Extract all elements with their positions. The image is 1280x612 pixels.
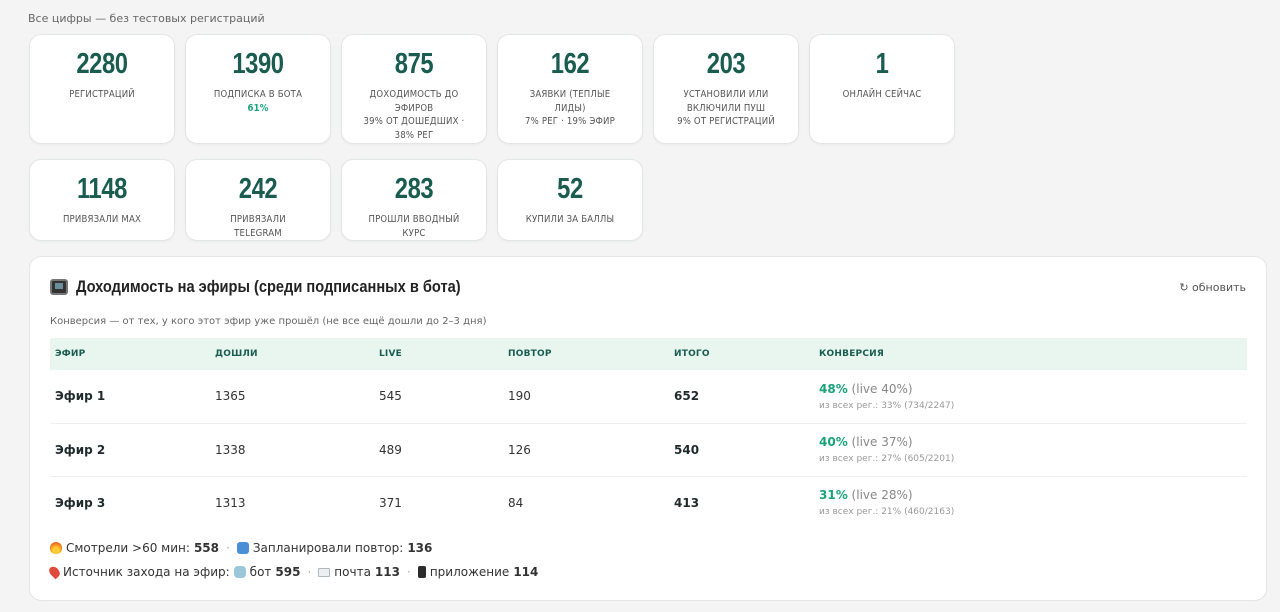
stat-card-leads: 162 Заявки (тёплые лиды) 7% рег · 19% эфи… <box>497 34 643 144</box>
mail-value: 113 <box>374 565 400 579</box>
panel-subnote: Конверсия — от тех, у кого этот эфир уже… <box>50 316 487 327</box>
cell-total: 413 <box>674 495 700 510</box>
col-header-arrived[interactable]: Дошли <box>210 338 374 370</box>
stat-card-push: 203 Установили или включили пуш 9% от рег… <box>653 34 799 144</box>
table-row: Эфир 1 1365 545 190 652 48% (live 40%) и… <box>50 370 1247 424</box>
phone-icon <box>417 566 426 578</box>
cell-live: 545 <box>374 370 503 424</box>
stat-label: Регистраций <box>69 89 135 100</box>
cell-live: 371 <box>379 495 402 510</box>
mail-icon <box>318 567 331 577</box>
cell-arrived: 1313 <box>215 495 246 510</box>
stat-accent: 61% <box>247 102 269 114</box>
stat-value: 1390 <box>232 48 284 80</box>
stat-label: Заявки (тёплые лиды) 7% рег · 19% эфир <box>525 89 615 127</box>
table-row: Эфир 3 1313 371 84 413 31% (live 28%) из… <box>50 476 1247 529</box>
top-note: Все цифры — без тестовых регистраций <box>28 12 265 25</box>
stat-value: 1148 <box>77 173 127 205</box>
robot-icon <box>233 566 246 578</box>
stat-card-telegram: 242 Привязали Telegram <box>185 159 331 241</box>
app-label: приложение <box>429 565 510 579</box>
cell-total: 540 <box>669 423 814 477</box>
attendance-table: Эфир Дошли Live Повтор Итого Конверсия Э… <box>50 338 1247 529</box>
cell-conversion: 48% (live 40%) из всех рег.: 33% (734/22… <box>814 370 1247 424</box>
col-header-total[interactable]: Итого <box>669 338 814 370</box>
stat-card-online: 1 Онлайн сейчас <box>809 34 955 144</box>
source-label: Источник захода на эфир: <box>63 565 230 579</box>
stat-label: Установили или включили пуш 9% от регистр… <box>677 89 775 127</box>
cell-repeat: 190 <box>503 370 669 424</box>
stat-label: Привязали MAX <box>62 214 142 225</box>
cell-arrived: 1338 <box>210 423 374 477</box>
cell-webinar: Эфир 1 <box>50 370 210 424</box>
stat-label: Прошли вводный курс <box>368 214 460 239</box>
app-value: 114 <box>513 565 539 579</box>
bot-label: бот <box>249 565 272 579</box>
stat-value: 283 <box>394 173 434 205</box>
bot-value: 595 <box>275 565 301 579</box>
stat-value: 162 <box>550 48 590 80</box>
cell-conversion: 31% (live 28%) из всех рег.: 21% (460/21… <box>819 488 955 518</box>
tv-icon <box>50 279 68 295</box>
stat-label: Подписка в бота 61% <box>213 89 303 114</box>
stat-label: Купили за баллы <box>525 214 615 225</box>
watched-value: 558 <box>193 541 219 555</box>
planned-label: Запланировали повтор: <box>252 541 404 555</box>
cell-arrived: 1365 <box>210 370 374 424</box>
stat-value: 875 <box>394 48 434 80</box>
stat-card-intro-course: 283 Прошли вводный курс <box>341 159 487 241</box>
col-header-conversion[interactable]: Конверсия <box>814 338 1247 370</box>
stat-value: 52 <box>557 173 583 205</box>
panel-header: Доходимость на эфиры (среди подписанных … <box>50 277 523 297</box>
stat-card-registrations: 2280 Регистраций <box>29 34 175 144</box>
cell-webinar: Эфир 2 <box>50 423 210 477</box>
source-stats-line: Источник захода на эфир: бот 595 · почта… <box>47 564 539 580</box>
stat-label: Онлайн сейчас <box>842 89 922 100</box>
repeat-icon <box>236 542 249 554</box>
col-header-live[interactable]: Live <box>374 338 503 370</box>
stat-value: 203 <box>706 48 746 80</box>
table-header-row: Эфир Дошли Live Повтор Итого Конверсия <box>50 338 1247 370</box>
table-row: Эфир 2 1338 489 126 540 40% (live 37%) и… <box>50 423 1247 477</box>
stat-card-attendance: 875 Доходимость до эфиров 39% от дошедших… <box>341 34 487 144</box>
stat-card-points-purchase: 52 Купили за баллы <box>497 159 643 241</box>
stat-card-bot-subscription: 1390 Подписка в бота 61% <box>185 34 331 144</box>
col-header-webinar[interactable]: Эфир <box>50 338 210 370</box>
stat-value: 242 <box>238 173 278 205</box>
mail-label: почта <box>334 565 371 579</box>
webinar-attendance-panel: Доходимость на эфиры (среди подписанных … <box>29 256 1267 601</box>
planned-value: 136 <box>407 541 433 555</box>
watch-stats-line: Смотрели >60 мин: 558 · Запланировали по… <box>50 541 432 555</box>
cell-total: 652 <box>669 370 814 424</box>
stat-label: Доходимость до эфиров 39% от дошедших · 3… <box>363 89 465 141</box>
watched-label: Смотрели >60 мин: <box>66 541 190 555</box>
refresh-button[interactable]: ↻ обновить <box>1179 281 1246 294</box>
col-header-repeat[interactable]: Повтор <box>503 338 669 370</box>
pin-icon <box>47 564 62 580</box>
cell-repeat: 84 <box>508 495 524 510</box>
fire-icon <box>50 542 62 554</box>
stat-card-max: 1148 Привязали MAX <box>29 159 175 241</box>
cell-live: 489 <box>374 423 503 477</box>
cell-webinar: Эфир 3 <box>55 495 106 510</box>
cell-repeat: 126 <box>503 423 669 477</box>
panel-title: Доходимость на эфиры (среди подписанных … <box>76 277 461 296</box>
cell-conversion: 40% (live 37%) из всех рег.: 27% (605/22… <box>814 423 1247 477</box>
stat-value: 2280 <box>76 48 128 80</box>
stat-value: 1 <box>875 48 889 80</box>
stat-label: Привязали Telegram <box>230 214 286 239</box>
